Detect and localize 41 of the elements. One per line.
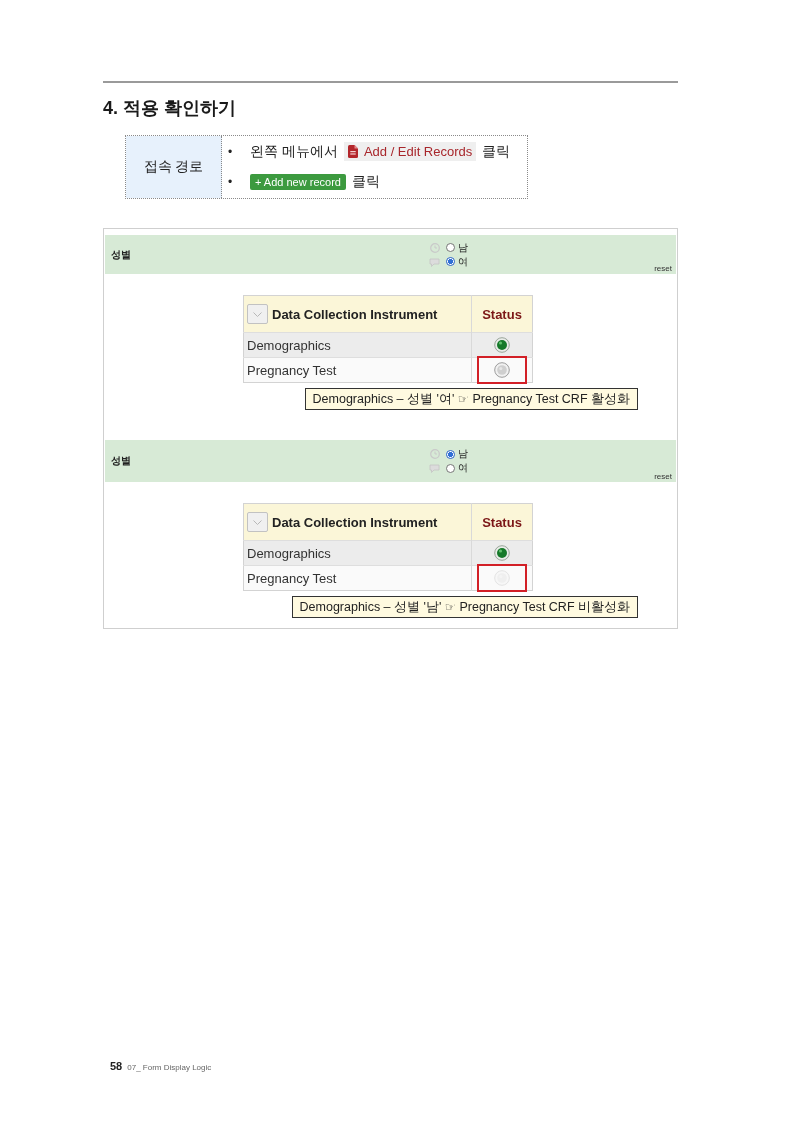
clock-icon (429, 242, 440, 253)
bullet: • (228, 144, 234, 159)
complete-status-icon[interactable] (494, 337, 510, 353)
document-icon (347, 145, 358, 158)
section-heading: 4. 적용 확인하기 (103, 97, 236, 120)
instrument-name: Pregnancy Test (243, 565, 472, 591)
reset-link[interactable]: reset (654, 472, 672, 481)
field-label: 성별 (111, 454, 131, 468)
speech-bubble-icon (429, 464, 440, 473)
instruction-text: 왼쪽 메뉴에서 (250, 142, 338, 161)
column-header: Status (471, 503, 533, 541)
add-record-button[interactable]: + Add new record (250, 173, 346, 190)
field-label: 성별 (111, 247, 131, 262)
column-header: Data Collection Instrument (272, 306, 438, 322)
collapse-button[interactable] (247, 304, 268, 324)
instrument-name: Demographics (243, 540, 472, 566)
speech-bubble-icon (429, 257, 440, 267)
clock-icon (429, 449, 440, 459)
instrument-name: Pregnancy Test (243, 357, 472, 383)
callout-note: Demographics – 성별 '여' ☞ Pregnancy Test CRF 활성화 (304, 388, 638, 410)
complete-status-icon[interactable] (494, 545, 510, 561)
radio-option[interactable]: 남 (446, 241, 468, 254)
access-path-label: 접속 경로 (126, 136, 222, 198)
menu-link[interactable]: Add / Edit Records (343, 142, 477, 161)
bullet: • (228, 174, 234, 189)
collapse-button[interactable] (247, 512, 268, 532)
page-number: 58 (110, 1060, 123, 1072)
radio-option[interactable]: 여 (446, 255, 468, 268)
callout-note: Demographics – 성별 '남' ☞ Pregnancy Test CRF 비활성화 (291, 596, 638, 618)
column-header: Data Collection Instrument (272, 514, 438, 530)
chevron-icon (253, 311, 262, 317)
chapter-title: 07_ Form Display Logic (127, 1063, 212, 1072)
radio-option[interactable]: 남 (446, 448, 468, 460)
incomplete-status-icon[interactable] (494, 362, 510, 378)
chevron-icon (253, 519, 262, 525)
reset-link[interactable]: reset (654, 264, 672, 273)
instruction-text: 클릭 (351, 172, 380, 191)
instruction-text: 클릭 (482, 142, 511, 161)
column-header: Status (471, 295, 533, 333)
radio-option[interactable]: 여 (446, 462, 468, 474)
instrument-name: Demographics (243, 332, 472, 358)
